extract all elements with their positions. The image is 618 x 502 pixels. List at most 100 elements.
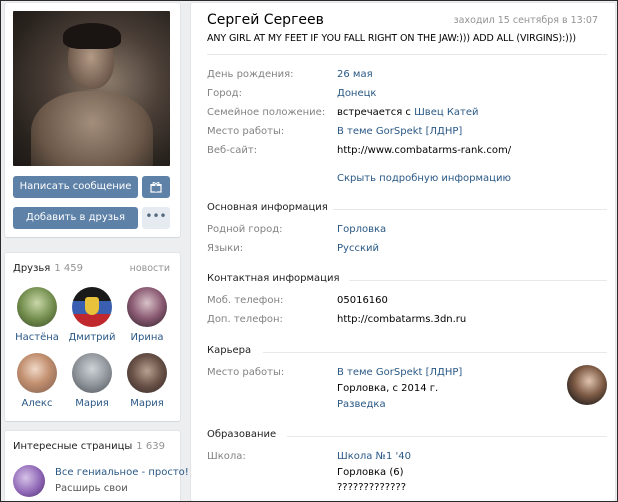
interesting-title: Интересные страницы	[13, 441, 133, 452]
info-label: Доп. телефон:	[207, 314, 283, 325]
gift-button[interactable]	[142, 176, 170, 198]
info-label: Языки:	[207, 243, 244, 254]
divider	[207, 54, 607, 55]
main-info-title: Основная информация	[207, 202, 328, 213]
friend-avatar	[72, 287, 112, 327]
relationship-value: встречается с Швец Катей	[337, 107, 479, 118]
info-label: День рождения:	[207, 69, 294, 80]
friends-header[interactable]: Друзья 1 459	[13, 263, 83, 274]
divider	[263, 352, 607, 353]
hide-info-row: Скрыть подробную информацию	[207, 173, 607, 189]
info-label: Город:	[207, 88, 242, 99]
friends-block: Друзья 1 459 новости Настёна Дмитрий Ирин…	[5, 253, 180, 421]
hide-info-link[interactable]: Скрыть подробную информацию	[337, 173, 511, 184]
city-link[interactable]: Донецк	[337, 88, 376, 99]
profile-photo[interactable]	[13, 11, 170, 166]
info-row-city: Город: Донецк	[207, 88, 607, 104]
friend-avatar	[72, 353, 112, 393]
friend-item[interactable]: Дмитрий	[64, 287, 120, 343]
friend-avatar	[127, 287, 167, 327]
school-link[interactable]: Школа №1 '40	[337, 451, 411, 462]
mobile-value: 05016160	[337, 295, 388, 306]
info-label: Место работы:	[207, 126, 285, 137]
info-row-extra-phone: Доп. телефон: http://combatarms.3dn.ru	[207, 314, 607, 330]
profile-info-card: Сергей Сергеев заходил 15 сентября в 13:…	[191, 3, 615, 501]
page-subtitle: Расширь свои	[55, 483, 128, 494]
interesting-page-item[interactable]: Все гениальное - просто! Расширь свои	[13, 463, 189, 499]
friend-item[interactable]: Мария	[64, 353, 120, 409]
divider	[349, 280, 607, 281]
interesting-count: 1 639	[136, 441, 165, 452]
birthday-link[interactable]: 26 мая	[337, 69, 373, 80]
info-row-mobile: Моб. телефон: 05016160	[207, 295, 607, 311]
friends-news-link[interactable]: новости	[130, 263, 170, 274]
extra-phone-value: http://combatarms.3dn.ru	[337, 314, 467, 325]
contacts-title: Контактная информация	[207, 273, 340, 284]
friend-avatar	[17, 287, 57, 327]
education-city-row: Горловка (6)	[207, 467, 607, 483]
info-label: Веб-сайт:	[207, 145, 258, 156]
school-city: Горловка (6)	[337, 467, 404, 478]
info-label: Родной город:	[207, 224, 283, 235]
career-city-row: Горловка, с 2014 г.	[207, 383, 607, 399]
education-title: Образование	[207, 429, 277, 440]
info-row-workplace: Место работы: В теме GorSpekt [ЛДНР]	[207, 126, 607, 142]
info-label: Моб. телефон:	[207, 295, 284, 306]
hometown-link[interactable]: Горловка	[337, 224, 386, 235]
divider	[287, 436, 607, 437]
gift-icon	[150, 182, 162, 193]
friend-avatar	[17, 353, 57, 393]
career-company-link[interactable]: В теме GorSpekt [ЛДНР]	[337, 367, 462, 378]
relationship-prefix: встречается с	[337, 107, 415, 118]
career-title: Карьера	[207, 345, 252, 356]
info-row-website: Веб-сайт: http://www.combatarms-rank.com…	[207, 145, 607, 161]
friend-item[interactable]: Мария	[119, 353, 175, 409]
friend-name: Алекс	[21, 398, 53, 409]
friends-title: Друзья	[13, 263, 51, 274]
school-extra: ?????????????	[337, 482, 406, 493]
career-position-row: Разведка	[207, 399, 607, 415]
profile-name: Сергей Сергеев	[207, 12, 324, 28]
friend-name: Дмитрий	[68, 332, 116, 343]
partner-link[interactable]: Швец Катей	[414, 107, 478, 118]
info-row-languages: Языки: Русский	[207, 243, 607, 259]
page-avatar	[13, 465, 45, 497]
friend-avatar	[127, 353, 167, 393]
career-company-avatar[interactable]	[567, 365, 607, 405]
language-link[interactable]: Русский	[337, 243, 379, 254]
page-title-link[interactable]: Все гениальное - просто!	[55, 467, 189, 478]
website-link[interactable]: http://www.combatarms-rank.com/	[337, 145, 511, 156]
friend-item[interactable]: Ирина	[119, 287, 175, 343]
friend-name: Ирина	[130, 332, 164, 343]
profile-photo-card: Написать сообщение Добавить в друзья •••	[5, 3, 180, 237]
interesting-header[interactable]: Интересные страницы 1 639	[13, 441, 165, 452]
career-city-years: Горловка, с 2014 г.	[337, 383, 439, 394]
career-row: Место работы: В теме GorSpekt [ЛДНР]	[207, 367, 607, 383]
write-message-button[interactable]: Написать сообщение	[13, 176, 138, 198]
info-row-relationship: Семейное положение: встречается с Швец К…	[207, 107, 607, 123]
photo-hair	[63, 23, 121, 49]
info-label: Место работы:	[207, 367, 285, 378]
photo-torso	[31, 91, 153, 166]
info-label: Школа:	[207, 451, 246, 462]
more-actions-button[interactable]: •••	[142, 207, 170, 229]
friend-item[interactable]: Настёна	[9, 287, 65, 343]
info-label: Семейное положение:	[207, 107, 326, 118]
career-position-link[interactable]: Разведка	[337, 399, 386, 410]
education-row: Школа: Школа №1 '40	[207, 451, 607, 467]
interesting-pages-block: Интересные страницы 1 639 Все гениальное …	[5, 431, 189, 501]
info-row-birthday: День рождения: 26 мая	[207, 69, 607, 85]
last-seen-status: заходил 15 сентября в 13:07	[453, 15, 598, 26]
divider	[333, 209, 607, 210]
education-extra-row: ?????????????	[207, 482, 607, 498]
page: Написать сообщение Добавить в друзья •••…	[0, 0, 618, 502]
friend-name: Настёна	[15, 332, 59, 343]
friend-item[interactable]: Алекс	[9, 353, 65, 409]
friends-count: 1 459	[54, 263, 83, 274]
profile-status-text[interactable]: ANY GIRL AT MY FEET IF YOU FALL RIGHT ON…	[207, 33, 576, 44]
info-row-hometown: Родной город: Горловка	[207, 224, 607, 240]
workplace-link[interactable]: В теме GorSpekt [ЛДНР]	[337, 126, 462, 137]
friend-name: Мария	[75, 398, 109, 409]
add-friend-button[interactable]: Добавить в друзья	[13, 207, 138, 229]
friend-name: Мария	[130, 398, 164, 409]
